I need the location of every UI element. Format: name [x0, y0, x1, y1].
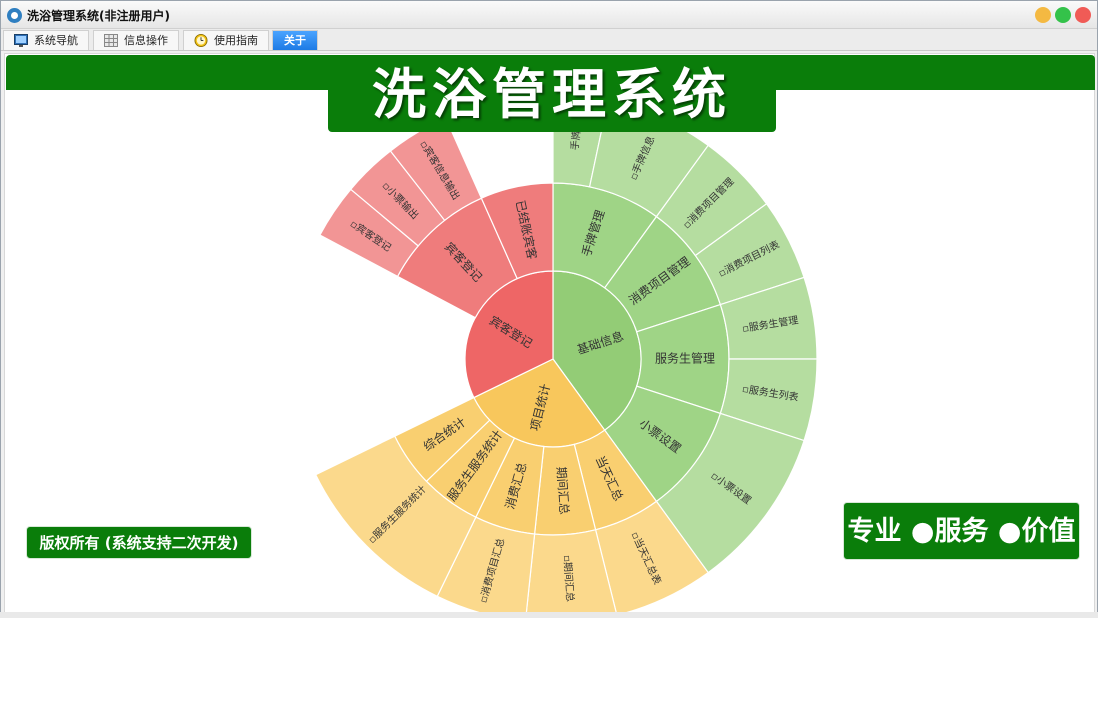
- minimize-button[interactable]: [1035, 7, 1051, 23]
- tab-label: 关于: [284, 34, 306, 47]
- tab-label: 信息操作: [124, 34, 168, 47]
- close-button[interactable]: [1075, 7, 1091, 23]
- maximize-button[interactable]: [1055, 7, 1071, 23]
- sunburst-child-label: 服务生管理: [655, 351, 715, 366]
- tab-label: 系统导航: [34, 34, 78, 47]
- window-bottom-edge: [0, 612, 1098, 618]
- tab-user-guide[interactable]: 使用指南: [183, 30, 269, 50]
- tab-label: 使用指南: [214, 34, 258, 47]
- tab-information-operation[interactable]: 信息操作: [93, 30, 179, 50]
- app-window: 洗浴管理系统(非注册用户) 系统导航 信息操作 使用指南 关于 手牌管理 手牌 …: [0, 0, 1098, 618]
- clock-icon: [194, 34, 208, 47]
- system-title: 洗浴管理系统: [328, 57, 776, 132]
- slogan-badge: 专业 ●服务 ●价值: [843, 502, 1080, 560]
- tab-bar: 系统导航 信息操作 使用指南 关于: [1, 29, 1097, 51]
- about-panel: 手牌管理 手牌 ▫手牌信息 消费项目管理 ▫消费项目管理 ▫消费项目列表 服务生管理 ▫服务生…: [4, 53, 1095, 613]
- title-bar: 洗浴管理系统(非注册用户): [1, 1, 1097, 29]
- tab-about[interactable]: 关于: [272, 30, 318, 50]
- copyright-notice: 版权所有 (系统支持二次开发): [26, 526, 252, 559]
- grid-icon: [104, 34, 118, 47]
- app-logo-icon: [7, 8, 22, 23]
- monitor-icon: [14, 34, 28, 47]
- tab-system-navigation[interactable]: 系统导航: [3, 30, 89, 50]
- window-title: 洗浴管理系统(非注册用户): [27, 9, 170, 23]
